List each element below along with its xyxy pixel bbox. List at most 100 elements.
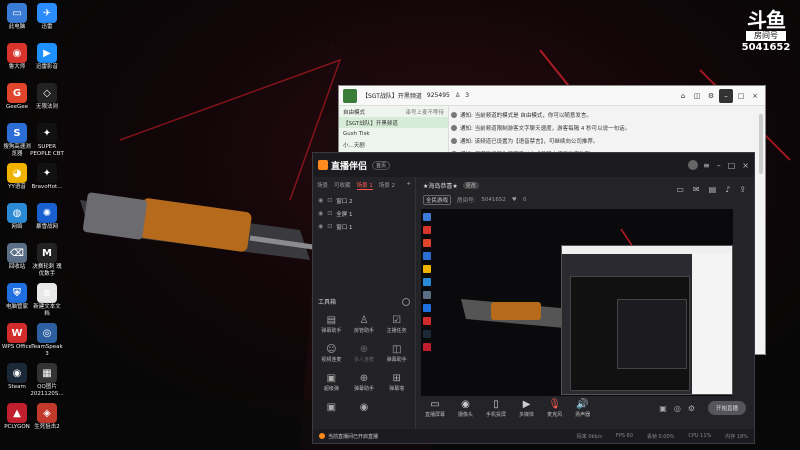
tool-label: 弹幕助手 bbox=[386, 357, 407, 363]
desktop-icon[interactable]: ◉ 鲁大师 bbox=[0, 43, 34, 71]
desktop-app-icon: M bbox=[37, 243, 57, 263]
channel-list-item[interactable]: 自由模式 串号上麦不等待 bbox=[339, 106, 448, 117]
yy-title-bar[interactable]: 【SGT战队】开黑频道 925495 ♙ 3 ⌂ ◫ ⚙ – □ × bbox=[339, 86, 765, 106]
eye-icon[interactable]: ◉ bbox=[318, 210, 323, 217]
desktop-icon[interactable]: ◉ Steam bbox=[0, 363, 34, 391]
tool-button[interactable]: ⊕ 弹幕助手 bbox=[348, 373, 381, 392]
gift-icon[interactable]: ✉ bbox=[693, 185, 700, 194]
source-toolbar: ▭ 直播屏幕 ◉ 摄像头 ▯ 手机投屏 ▶ 多媒体 🎙 麦克风 🔊 扬声器 ▣ ◎ ⚙ 开始直播 bbox=[417, 387, 754, 429]
channel-list-item[interactable]: Gush Tisk bbox=[339, 128, 448, 139]
desktop-icon[interactable]: ▦ QQ图片 2021120S... bbox=[30, 363, 64, 398]
streaming-app-window[interactable]: 直播伴侣 首页 ≡ – □ × 场景 可收藏 场景 1 场景 2 + ◉ ⊡ 窗口 2 ◉ ⊡ 全… bbox=[312, 152, 755, 444]
desktop-icon[interactable]: ✦ BravoHot... bbox=[30, 163, 64, 191]
edit-room-button[interactable]: 更改 bbox=[462, 181, 479, 189]
warning-icon bbox=[319, 433, 325, 439]
eye-icon[interactable]: ◉ bbox=[318, 223, 323, 230]
avatar[interactable] bbox=[688, 160, 699, 170]
desktop-icon[interactable]: S 搜狗高速浏 览器 bbox=[0, 123, 34, 158]
desktop-icon[interactable]: ≡ 新建文本文 档 bbox=[30, 283, 64, 318]
tool-button[interactable]: ◉ bbox=[348, 402, 381, 414]
source-button[interactable]: ▶ 多媒体 bbox=[519, 399, 534, 418]
tool-button[interactable]: ▣ 超级弹 bbox=[315, 373, 348, 392]
chat-message: 通知: 该频道已设置为【语音禁言】，可继续向公司推荐。 bbox=[451, 134, 761, 147]
source-button[interactable]: ▭ 直播屏幕 bbox=[425, 399, 445, 418]
home-badge[interactable]: 首页 bbox=[372, 160, 391, 170]
source-button[interactable]: ▯ 手机投屏 bbox=[486, 399, 506, 418]
start-stream-button[interactable]: 开始直播 bbox=[708, 401, 746, 415]
share-icon[interactable]: ⇪ bbox=[739, 185, 746, 194]
bell-icon[interactable]: ♪ bbox=[725, 185, 730, 194]
lock-icon[interactable]: ⊡ bbox=[327, 223, 332, 230]
desktop-app-icon: ◈ bbox=[37, 403, 57, 423]
tool-button[interactable]: ◫ 弹幕助手 bbox=[380, 344, 413, 363]
desktop-icon[interactable]: ◎ TeamSpeak 3 bbox=[30, 323, 64, 358]
like-count: 0 bbox=[522, 197, 527, 203]
scene-tab[interactable]: 场景 1 bbox=[356, 181, 373, 190]
message-scrollbar[interactable] bbox=[759, 114, 763, 174]
close-button[interactable]: × bbox=[742, 161, 749, 170]
channel-list-item[interactable]: 小...天剧 bbox=[339, 139, 448, 150]
desktop-icon[interactable]: ▲ PCLYGON bbox=[0, 403, 34, 431]
app-title-bar[interactable]: 直播伴侣 首页 ≡ – □ × bbox=[313, 153, 754, 177]
camera-icon[interactable]: ▣ bbox=[659, 404, 667, 413]
tool-button[interactable]: ▤ 弹幕助手 bbox=[315, 315, 348, 334]
tool-button[interactable]: ⊞ 弹幕墙 bbox=[380, 373, 413, 392]
eye-icon[interactable]: ◉ bbox=[318, 197, 323, 204]
toolbox-settings-icon[interactable] bbox=[402, 297, 410, 306]
maximize-button[interactable]: □ bbox=[728, 161, 736, 170]
close-button[interactable]: × bbox=[749, 90, 761, 102]
desktop-icon[interactable]: ✦ SUPER PEOPLE CBT bbox=[30, 123, 64, 158]
desktop-icon[interactable]: ◍ 网络 bbox=[0, 203, 34, 231]
source-button[interactable]: 🎙 麦克风 bbox=[547, 399, 562, 418]
desktop-app-icon: ⛨ bbox=[7, 283, 27, 303]
desktop-icon[interactable]: G GeeGee bbox=[0, 83, 34, 111]
scene-tab[interactable]: 场景 2 bbox=[379, 181, 395, 190]
gamepad-icon[interactable]: ◫ bbox=[691, 90, 703, 102]
desktop-icon[interactable]: ◕ YY语音 bbox=[0, 163, 34, 191]
stream-preview[interactable] bbox=[421, 209, 733, 396]
desktop-icon[interactable]: ▭ 此电脑 bbox=[0, 3, 34, 31]
desktop-icon[interactable]: ⛨ 电脑管家 bbox=[0, 283, 34, 311]
source-item[interactable]: ◉ ⊡ 全屏 1 bbox=[313, 207, 415, 220]
minimize-button[interactable]: – bbox=[719, 88, 733, 103]
desktop-icon[interactable]: ▶ 迅雷影音 bbox=[30, 43, 64, 71]
desktop-icon[interactable]: ✺ 暴雪战网 bbox=[30, 203, 64, 231]
desktop-icon-label: 搜狗高速浏 览器 bbox=[3, 144, 31, 157]
channel-list-item[interactable]: 【SGT战队】开黑频道 bbox=[339, 117, 448, 128]
tool-button[interactable]: ☑ 主播任务 bbox=[380, 315, 413, 334]
chart-icon[interactable]: ▤ bbox=[709, 185, 717, 194]
desktop-icon-label: GeeGee bbox=[5, 104, 29, 110]
tool-button[interactable]: ☺ 视频连麦 bbox=[315, 344, 348, 363]
desktop-icon[interactable]: W WPS Office bbox=[0, 323, 34, 351]
maximize-button[interactable]: □ bbox=[735, 90, 747, 102]
source-item[interactable]: ◉ ⊡ 窗口 2 bbox=[313, 194, 415, 207]
tool-button[interactable]: ⊕ 多人连麦 bbox=[348, 344, 381, 363]
lock-icon[interactable]: ⊡ bbox=[327, 197, 332, 204]
desktop-icon[interactable]: ✈ 迅雷 bbox=[30, 3, 64, 31]
add-scene-icon[interactable]: + bbox=[406, 181, 411, 190]
menu-icon[interactable]: ≡ bbox=[703, 161, 710, 170]
desktop-icon[interactable]: ⌫ 回收站 bbox=[0, 243, 34, 271]
source-button[interactable]: ◉ 摄像头 bbox=[458, 399, 473, 418]
room-category[interactable]: 全民游戏 bbox=[423, 195, 452, 205]
scene-tab[interactable]: 场景 bbox=[317, 181, 328, 190]
desktop-icon-label: YY语音 bbox=[8, 184, 26, 190]
home-icon[interactable]: ⌂ bbox=[677, 90, 689, 102]
settings-icon[interactable]: ⚙ bbox=[705, 90, 717, 102]
source-button[interactable]: 🔊 扬声器 bbox=[575, 399, 590, 418]
record-icon[interactable]: ◎ bbox=[674, 404, 681, 413]
source-button-label: 扬声器 bbox=[575, 411, 591, 418]
screenshot-icon[interactable]: ▭ bbox=[676, 185, 684, 194]
minimize-button[interactable]: – bbox=[717, 161, 721, 170]
source-item[interactable]: ◉ ⊡ 窗口 1 bbox=[313, 220, 415, 233]
scene-tab[interactable]: 可收藏 bbox=[334, 181, 351, 190]
desktop-icon[interactable]: M 决赛轮刺 瑰 优数手 bbox=[30, 243, 64, 278]
settings-icon[interactable]: ⚙ bbox=[688, 404, 695, 413]
desktop-icon[interactable]: ◇ 无限法则 bbox=[30, 83, 64, 111]
room-title[interactable]: ★海岛恭喜★ bbox=[423, 181, 458, 190]
desktop-icon[interactable]: ◈ 生死狙击2 bbox=[30, 403, 64, 431]
lock-icon[interactable]: ⊡ bbox=[327, 210, 332, 217]
tool-button[interactable]: ♙ 房管助手 bbox=[348, 315, 381, 334]
tool-button[interactable]: ▣ bbox=[315, 402, 348, 414]
like-icon: ♥ bbox=[511, 197, 517, 203]
